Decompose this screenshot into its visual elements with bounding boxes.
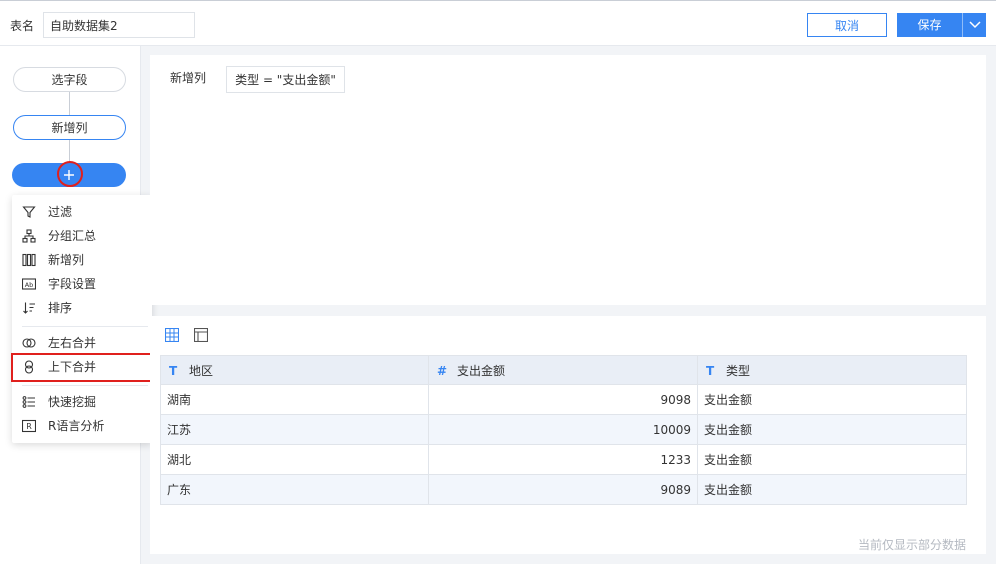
save-button-label: 保存 (897, 13, 963, 37)
table-row: 江苏 10009 支出金额 (160, 414, 967, 445)
formula-label: 新增列 (170, 71, 207, 85)
cancel-button[interactable]: 取消 (807, 13, 887, 37)
number-type-icon: # (437, 363, 448, 378)
data-preview-panel: T 地区 # 支出金额 T 类型 湖南 9098 支出金额 江苏 10009 支出金额… (150, 316, 986, 554)
group-summary-icon (22, 229, 36, 243)
data-table: T 地区 # 支出金额 T 类型 湖南 9098 支出金额 江苏 10009 支出金额… (160, 355, 967, 505)
save-dropdown-toggle[interactable] (963, 13, 986, 37)
column-header-label: 支出金额 (457, 363, 506, 378)
table-name-label: 表名 (10, 19, 35, 33)
table-cell: 支出金额 (697, 414, 967, 445)
column-header[interactable]: T 地区 (160, 355, 429, 385)
svg-text:Ab: Ab (25, 281, 34, 289)
table-cell: 支出金额 (697, 474, 967, 505)
menu-item-group-summary[interactable]: 分组汇总 (12, 224, 152, 248)
field-settings-icon: Ab (22, 278, 36, 290)
text-type-icon: T (169, 363, 178, 378)
svg-text:R: R (26, 422, 32, 431)
formula-panel: 新增列 类型 = "支出金额" (150, 55, 986, 305)
table-cell: 江苏 (160, 414, 429, 445)
table-cell: 1233 (428, 444, 698, 475)
table-cell: 9098 (428, 384, 698, 415)
table-header-row: T 地区 # 支出金额 T 类型 (160, 355, 967, 385)
table-name-input[interactable] (43, 12, 195, 38)
step-connector (69, 92, 70, 116)
top-bar: 表名 取消 保存 (0, 0, 996, 46)
vertical-merge-highlight-box (11, 353, 152, 382)
horizontal-merge-icon (22, 338, 36, 348)
table-cell: 湖南 (160, 384, 429, 415)
menu-item-r-analysis[interactable]: R R语言分析 (12, 414, 152, 438)
column-header-label: 地区 (189, 363, 214, 378)
sort-icon (23, 302, 35, 314)
add-step-menu: 过滤 分组汇总 新增列 Ab 字段设置 排序 左右合并 上下合并 快速挖掘 R … (12, 195, 152, 443)
menu-item-label: 左右合并 (48, 336, 97, 350)
table-cell: 支出金额 (697, 384, 967, 415)
menu-item-new-column[interactable]: 新增列 (12, 248, 152, 272)
menu-item-label: 排序 (48, 301, 73, 315)
table-cell: 10009 (428, 414, 698, 445)
partial-data-notice: 当前仅显示部分数据 (857, 538, 966, 552)
menu-item-label: 新增列 (48, 253, 85, 267)
menu-item-label: 字段设置 (48, 277, 97, 291)
menu-item-sort[interactable]: 排序 (12, 296, 152, 320)
grid-view-icon[interactable] (165, 328, 179, 342)
menu-item-quick-mining[interactable]: 快速挖掘 (12, 390, 152, 414)
step-new-column[interactable]: 新增列 (13, 115, 126, 140)
table-row: 湖北 1233 支出金额 (160, 444, 967, 475)
menu-item-label: 过滤 (48, 205, 73, 219)
menu-item-label: 快速挖掘 (48, 395, 97, 409)
save-button[interactable]: 保存 (897, 13, 986, 37)
chevron-down-icon (968, 21, 981, 29)
column-header[interactable]: # 支出金额 (428, 355, 698, 385)
filter-icon (22, 206, 36, 218)
table-cell: 广东 (160, 474, 429, 505)
table-cell: 支出金额 (697, 444, 967, 475)
menu-item-horizontal-merge[interactable]: 左右合并 (12, 331, 152, 355)
formula-expression[interactable]: 类型 = "支出金额" (226, 66, 345, 93)
r-analysis-icon: R (22, 419, 36, 433)
column-header[interactable]: T 类型 (697, 355, 967, 385)
text-type-icon: T (706, 363, 715, 378)
new-column-icon (22, 253, 36, 267)
menu-divider (22, 385, 148, 386)
layout-view-icon[interactable] (194, 328, 208, 342)
column-header-label: 类型 (726, 363, 751, 378)
menu-item-label: 分组汇总 (48, 229, 97, 243)
step-select-fields[interactable]: 选字段 (13, 67, 126, 92)
menu-divider (22, 326, 148, 327)
table-cell: 9089 (428, 474, 698, 505)
table-row: 湖南 9098 支出金额 (160, 384, 967, 415)
table-cell: 湖北 (160, 444, 429, 475)
menu-item-label: R语言分析 (48, 419, 105, 433)
menu-item-field-settings[interactable]: Ab 字段设置 (12, 272, 152, 296)
add-button-highlight-ring (57, 161, 83, 187)
table-row: 广东 9089 支出金额 (160, 474, 967, 505)
quick-mining-icon (22, 396, 35, 408)
menu-item-filter[interactable]: 过滤 (12, 200, 152, 224)
